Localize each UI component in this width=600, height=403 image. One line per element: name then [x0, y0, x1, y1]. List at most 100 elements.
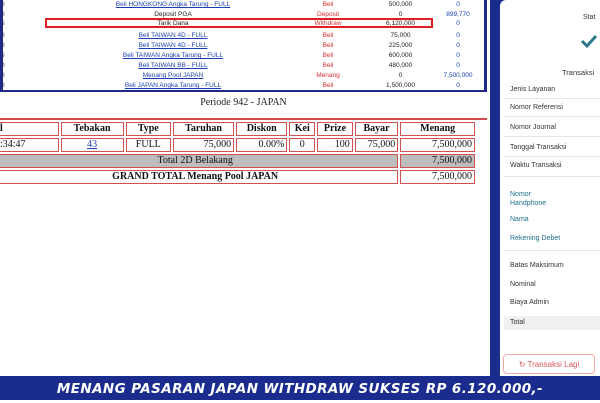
transaksi-lagi-label: Transaksi Lagi — [527, 360, 580, 369]
divider — [504, 116, 600, 117]
withdraw-highlight-box — [45, 18, 433, 28]
divider — [504, 176, 600, 177]
transaction-amount: 1,500,000 — [386, 82, 415, 89]
row-marker: 0 — [1, 42, 5, 49]
transaction-description-link[interactable]: Beli HONGKONG Angka Tarung - FULL — [63, 0, 283, 9]
transaction-description-link[interactable]: Beli TAIWAN 4D - FULL — [63, 41, 283, 50]
transaction-row: 0 Beli JAPAN Angka Tarung - FULL Beli 1,… — [1, 81, 484, 90]
divider — [504, 136, 600, 137]
row-marker: 0 — [1, 1, 5, 8]
transaction-description-link[interactable]: Beli TAIWAN BB - FULL — [63, 61, 283, 70]
transaction-type: Menang — [316, 72, 340, 79]
promo-banner: MENANG PASARAN JAPAN WITHDRAW SUKSES RP … — [0, 376, 600, 400]
transaction-amount: 0 — [398, 72, 403, 79]
transaction-balance: 7,500,000 — [443, 72, 473, 79]
transaction-type: Beli — [322, 52, 334, 59]
field-total: Total — [510, 319, 525, 326]
grand-total-value: 7,500,000 — [400, 170, 475, 184]
row-marker: 0 — [1, 82, 5, 89]
transaction-amount: 500,000 — [388, 1, 413, 8]
column-header: Menang — [400, 122, 475, 136]
field-biaya-admin: Biaya Admin — [510, 299, 549, 306]
transaction-description-link[interactable]: Menang Pool JAPAN — [63, 71, 283, 80]
column-header: Kei — [289, 122, 316, 136]
column-header: Prize — [317, 122, 353, 136]
transaksi-lagi-button[interactable]: ↻ Transaksi Lagi — [503, 354, 595, 374]
status-label: Stat — [583, 14, 596, 21]
row-marker: 0 — [1, 11, 5, 18]
field-batas-maksimum: Batas Maksimum — [510, 262, 564, 269]
transaction-type: Beli — [322, 42, 334, 49]
tebakan-cell: 43 — [60, 138, 124, 152]
transaction-type: Beli — [322, 62, 334, 69]
column-header: Taruhan — [172, 122, 235, 136]
transaction-balance: 0 — [456, 62, 460, 69]
prize-cell: 100 — [317, 138, 353, 152]
grand-total-label: GRAND TOTAL Menang Pool JAPAN — [0, 170, 399, 184]
menang-cell: 7,500,000 — [400, 138, 475, 152]
row-marker: 0 — [1, 72, 5, 79]
bet-results-table: al Tebakan Type Taruhan Diskon Kei Prize… — [0, 120, 477, 186]
transaction-description-link[interactable]: Beli TAIWAN Angka Tarung - FULL — [63, 51, 283, 60]
grand-total-row: GRAND TOTAL Menang Pool JAPAN 7,500,000 — [0, 170, 475, 184]
tebakan-link[interactable]: 43 — [87, 139, 97, 150]
transaction-row: 0 Beli TAIWAN 4D - FULL Beli 75,000 0 — [1, 31, 484, 40]
table-row: 6:34:47 43 FULL 75,000 0.00% 0 100 75,00… — [0, 138, 475, 152]
row-marker: 5 — [1, 52, 5, 59]
transaction-type: Beli — [322, 82, 334, 89]
transaction-row: 5 Beli TAIWAN Angka Tarung - FULL Beli 6… — [1, 51, 484, 60]
transaction-balance: 0 — [456, 1, 460, 8]
column-header: Diskon — [236, 122, 288, 136]
field-nominal: Nominal — [510, 281, 536, 288]
divider — [504, 156, 600, 157]
field-jenis-layanan: Jenis Layanan — [510, 86, 556, 93]
divider — [504, 98, 600, 99]
total-row: Total 2D Belakang 7,500,000 — [0, 154, 475, 168]
total-label: Total 2D Belakang — [0, 154, 399, 168]
transaction-balance: 0 — [456, 42, 460, 49]
refresh-icon: ↻ — [518, 360, 526, 369]
transaction-type: Beli — [322, 32, 334, 39]
field-nomor-referensi: Nomor Referensi — [510, 104, 563, 111]
receipt-title: Transaksi — [562, 68, 595, 77]
field-nomor-handphone: Nomor Handphone — [510, 191, 547, 207]
bet-time: 6:34:47 — [0, 138, 59, 152]
row-marker: 0 — [1, 32, 5, 39]
transaction-row: 0 Menang Pool JAPAN Menang 0 7,500,000 — [1, 71, 484, 80]
transaction-balance: 0 — [456, 52, 460, 59]
type-cell: FULL — [125, 138, 171, 152]
transaction-row: 0 Beli TAIWAN BB - FULL Beli 480,000 0 — [1, 61, 484, 70]
column-header: al — [0, 122, 59, 136]
field-nama: Nama — [510, 216, 529, 223]
transaction-description-link[interactable]: Beli TAIWAN 4D - FULL — [63, 31, 283, 40]
field-nomor-journal: Nomor Journal — [510, 124, 556, 131]
periode-title: Periode 942 - JAPAN — [0, 92, 487, 120]
transaction-row: 0 Beli HONGKONG Angka Tarung - FULL Beli… — [1, 0, 484, 9]
success-check-icon — [580, 34, 598, 49]
row-marker: 0 — [1, 62, 5, 69]
total-value: 7,500,000 — [400, 154, 475, 168]
transaction-type: Beli — [322, 1, 334, 8]
transaction-description-link[interactable]: Beli JAPAN Angka Tarung - FULL — [63, 81, 283, 90]
periode-results-panel: Periode 942 - JAPAN al Tebakan Type Taru… — [0, 92, 487, 370]
transaction-balance: 0 — [456, 82, 460, 89]
transaction-balance: 0 — [456, 20, 460, 27]
transaction-amount: 225,000 — [388, 42, 413, 49]
transaction-balance: 899,770 — [446, 11, 470, 18]
transaction-row: 0 Beli TAIWAN 4D - FULL Beli 225,000 0 — [1, 41, 484, 50]
column-header: Tebakan — [60, 122, 124, 136]
field-tanggal-transaksi: Tanggal Transaksi — [510, 144, 567, 151]
receipt-card: Stat Transaksi Jenis Layanan Nomor Refer… — [500, 0, 600, 376]
field-waktu-transaksi: Waktu Transaksi — [510, 162, 562, 169]
transaction-amount: 480,000 — [388, 62, 413, 69]
transaction-amount: 75,000 — [390, 32, 411, 39]
kei-cell: 0 — [289, 138, 316, 152]
transaction-history-panel: 0 Beli HONGKONG Angka Tarung - FULL Beli… — [0, 0, 487, 92]
field-rekening-debet: Rekening Debet — [510, 235, 561, 242]
bayar-cell: 75,000 — [354, 138, 399, 152]
row-marker: 5 — [1, 20, 5, 27]
diskon-cell: 0.00% — [236, 138, 288, 152]
transaction-amount: 600,000 — [388, 52, 413, 59]
divider — [504, 250, 600, 251]
column-header: Type — [125, 122, 171, 136]
